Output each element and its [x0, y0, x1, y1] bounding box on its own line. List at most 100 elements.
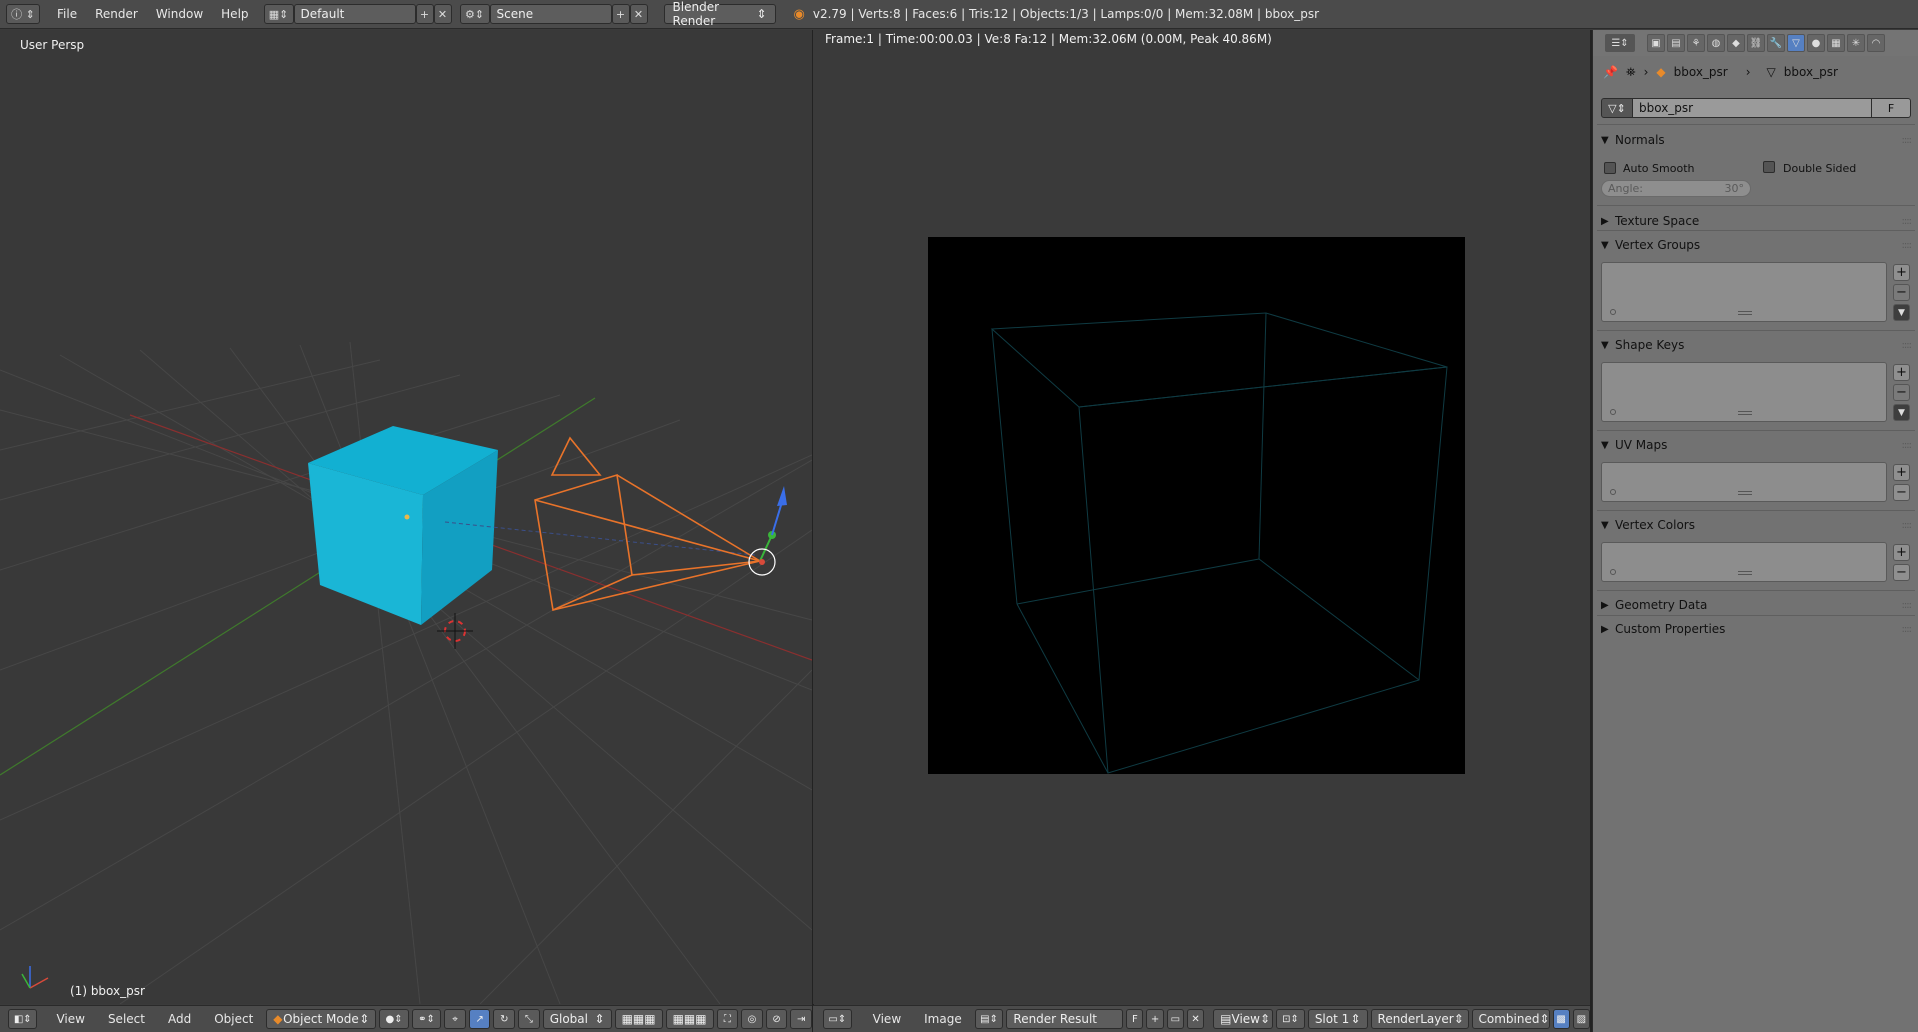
mesh-browse-button[interactable]: ▽⇕ — [1601, 98, 1633, 118]
texture-tab-icon[interactable]: ▦ — [1827, 34, 1845, 52]
remove-uv-map-button[interactable]: − — [1893, 484, 1910, 501]
menu-render[interactable]: Render — [86, 7, 147, 21]
editor-type-button[interactable]: ▭⇕ — [823, 1009, 852, 1029]
camera-object[interactable] — [534, 436, 761, 612]
properties-editor-type-button[interactable]: ☰⇕ — [1605, 34, 1635, 52]
vertex-groups-list[interactable] — [1601, 262, 1887, 322]
render-engine-select[interactable]: Blender Render ⇕ — [663, 0, 776, 28]
new-image-icon[interactable]: + — [1146, 1009, 1164, 1029]
layout-name-field[interactable]: Default — [293, 4, 416, 24]
add-uv-map-button[interactable]: + — [1893, 464, 1910, 481]
auto-smooth-angle-field[interactable]: Angle: 30° — [1601, 180, 1751, 197]
menu-view[interactable]: View — [863, 1012, 911, 1026]
manipulator-toggle-icon[interactable]: ⌖ — [444, 1009, 466, 1029]
layout-browse-button[interactable]: ▦⇕ — [263, 4, 294, 24]
panel-grip-icon[interactable]: :::: — [1902, 600, 1913, 611]
menu-add[interactable]: Add — [158, 1012, 201, 1026]
render-result-canvas[interactable] — [928, 237, 1465, 774]
panel-grip-icon[interactable]: :::: — [1902, 340, 1913, 351]
editor-type-button[interactable]: ◧⇕ — [8, 1009, 38, 1029]
panel-grip-icon[interactable]: :::: — [1902, 135, 1913, 146]
object-tab-icon[interactable]: ◆ — [1727, 34, 1745, 52]
filter-options-icon[interactable] — [1610, 489, 1616, 495]
world-tab-icon[interactable]: ◍ — [1707, 34, 1725, 52]
menu-window[interactable]: Window — [147, 7, 212, 21]
filter-options-icon[interactable] — [1610, 309, 1616, 315]
particles-tab-icon[interactable]: ✳ — [1847, 34, 1865, 52]
list-resize-grip[interactable] — [1738, 571, 1752, 575]
snap-icon[interactable]: ⊘ — [765, 1009, 788, 1029]
menu-view[interactable]: View — [46, 1012, 94, 1026]
geometry-data-panel-header[interactable]: ▶ Geometry Data :::: — [1601, 595, 1913, 615]
panel-grip-icon[interactable]: :::: — [1902, 520, 1913, 531]
material-tab-icon[interactable]: ● — [1807, 34, 1825, 52]
auto-smooth-checkbox[interactable] — [1604, 162, 1616, 174]
vertex-group-specials-button[interactable]: ▼ — [1893, 304, 1910, 321]
3d-viewport[interactable]: User Persp (1) bbox_psr — [0, 30, 812, 1004]
mesh-data-tab-icon[interactable]: ▽ — [1787, 34, 1805, 52]
proportional-edit-icon[interactable]: ◎ — [741, 1009, 763, 1029]
layers-grid[interactable]: ▦▦▦ — [614, 1009, 663, 1029]
snap-element-icon[interactable]: ⇥ — [790, 1009, 813, 1029]
uv-maps-panel-header[interactable]: ▼ UV Maps :::: — [1601, 435, 1913, 455]
layout-delete-icon[interactable]: ✕ — [433, 4, 452, 24]
uv-image-editor[interactable]: Frame:1 | Time:00:00.03 | Ve:8 Fa:12 | M… — [813, 30, 1590, 1004]
remove-shape-key-button[interactable]: − — [1893, 384, 1910, 401]
normals-panel-header[interactable]: ▼ Normals :::: — [1601, 130, 1913, 150]
add-vertex-color-button[interactable]: + — [1893, 544, 1910, 561]
panel-grip-icon[interactable]: :::: — [1902, 440, 1913, 451]
scale-manipulator-icon[interactable]: ⤡ — [518, 1009, 540, 1029]
render-slot-select[interactable]: Slot 1 ⇕ — [1307, 1009, 1368, 1029]
viewport-shading-button[interactable]: ●⇕ — [379, 1009, 409, 1029]
render-tab-icon[interactable]: ▣ — [1647, 34, 1665, 52]
pin-icon[interactable]: 📌 — [1603, 65, 1618, 79]
remove-vertex-color-button[interactable]: − — [1893, 564, 1910, 581]
fake-user-button[interactable]: F — [1871, 98, 1911, 118]
menu-help[interactable]: Help — [212, 7, 257, 21]
3d-cursor[interactable] — [437, 613, 473, 649]
mesh-name-field[interactable]: bbox_psr — [1633, 98, 1871, 118]
scene-add-icon[interactable]: + — [611, 4, 630, 24]
render-pass-select[interactable]: Combined ⇕ — [1471, 1009, 1550, 1029]
constraints-tab-icon[interactable]: ⛓ — [1747, 34, 1765, 52]
vertex-colors-panel-header[interactable]: ▼ Vertex Colors :::: — [1601, 515, 1913, 535]
add-shape-key-button[interactable]: + — [1893, 364, 1910, 381]
custom-properties-panel-header[interactable]: ▶ Custom Properties :::: — [1601, 619, 1913, 639]
image-name-field[interactable]: Render Result — [1006, 1009, 1124, 1029]
color-alpha-icon[interactable]: ▩ — [1552, 1009, 1570, 1029]
modifiers-tab-icon[interactable]: 🔧 — [1767, 34, 1785, 52]
image-browse-button[interactable]: ▤⇕ — [974, 1009, 1004, 1029]
filter-options-icon[interactable] — [1610, 409, 1616, 415]
render-layers-tab-icon[interactable]: ▤ — [1667, 34, 1685, 52]
menu-file[interactable]: File — [48, 7, 86, 21]
open-image-icon[interactable]: ▭ — [1166, 1009, 1184, 1029]
scene-delete-icon[interactable]: ✕ — [629, 4, 648, 24]
remove-vertex-group-button[interactable]: − — [1893, 284, 1910, 301]
pivot-point-button[interactable]: ⚭⇕ — [411, 1009, 442, 1029]
scene-name-field[interactable]: Scene — [489, 4, 612, 24]
info-editor-type-button[interactable]: ⓘ ⇕ — [6, 4, 40, 24]
list-resize-grip[interactable] — [1738, 491, 1752, 495]
list-resize-grip[interactable] — [1738, 311, 1752, 315]
uv-maps-list[interactable] — [1601, 462, 1887, 502]
vertex-colors-list[interactable] — [1601, 542, 1887, 582]
double-sided-checkbox[interactable] — [1763, 161, 1775, 173]
filter-options-icon[interactable] — [1610, 569, 1616, 575]
menu-select[interactable]: Select — [98, 1012, 155, 1026]
menu-image[interactable]: Image — [914, 1012, 972, 1026]
alpha-channel-icon[interactable]: ▨ — [1572, 1009, 1590, 1029]
rotate-manipulator-icon[interactable]: ↻ — [493, 1009, 516, 1029]
pivot-button[interactable]: ⊡⇕ — [1276, 1009, 1305, 1029]
add-vertex-group-button[interactable]: + — [1893, 264, 1910, 281]
list-resize-grip[interactable] — [1738, 411, 1752, 415]
layers-grid-2[interactable]: ▦▦▦ — [665, 1009, 714, 1029]
shape-keys-panel-header[interactable]: ▼ Shape Keys :::: — [1601, 335, 1913, 355]
lock-camera-icon[interactable]: ⛶ — [716, 1009, 739, 1029]
translate-manipulator-icon[interactable]: ↗ — [468, 1009, 491, 1029]
layout-add-icon[interactable]: + — [415, 4, 434, 24]
mode-select[interactable]: ▤ View ⇕ — [1213, 1009, 1274, 1029]
transform-orientation-select[interactable]: Global ⇕ — [542, 1009, 612, 1029]
shape-key-specials-button[interactable]: ▼ — [1893, 404, 1910, 421]
panel-grip-icon[interactable]: :::: — [1902, 624, 1913, 635]
menu-object[interactable]: Object — [204, 1012, 263, 1026]
